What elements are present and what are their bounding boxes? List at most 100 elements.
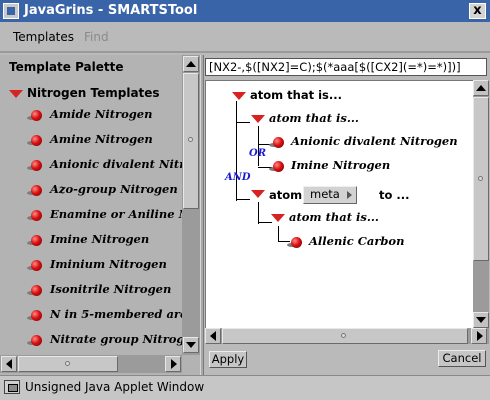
template-item[interactable]: Iminium Nitrogen [0, 255, 182, 275]
template-group-label: Nitrogen Templates [27, 86, 160, 100]
scroll-left-button[interactable] [1, 356, 17, 372]
arrow-right-icon [171, 359, 177, 369]
menu-find[interactable]: Find [84, 30, 109, 44]
and-operator[interactable]: AND [225, 172, 251, 183]
template-item[interactable]: Azo-group Nitrogen [0, 180, 182, 200]
apply-button[interactable]: Apply [209, 351, 247, 368]
template-item[interactable]: N in 5-membered aromatic ring [0, 305, 182, 325]
collapse-triangle-icon[interactable] [251, 190, 265, 198]
red-ball-icon [31, 210, 42, 221]
red-ball-icon [31, 160, 42, 171]
tree-horizontal-scrollbar[interactable] [205, 328, 489, 344]
title-bar[interactable]: JavaGrins - SMARTSTool x [0, 0, 490, 22]
template-item[interactable]: Nitrate group Nitrogen [0, 330, 182, 350]
menu-bar: Templates Find [0, 22, 490, 53]
scroll-thumb[interactable] [183, 73, 199, 209]
tree-leaf-label: Imine Nitrogen [291, 158, 391, 172]
smarts-input[interactable]: [NX2-,$([NX2]=C);$(*aaa[$([CX2](=*)=*)])… [205, 58, 487, 76]
query-tree-view[interactable]: atom that is... atom that is... Anionic … [205, 80, 473, 328]
template-item-label: Isonitrile Nitrogen [50, 282, 172, 296]
red-ball-icon [31, 285, 42, 296]
template-item-label: Imine Nitrogen [50, 232, 150, 246]
expand-triangle-icon[interactable] [9, 90, 23, 98]
template-item-label: Amide Nitrogen [50, 107, 153, 121]
red-ball-icon [273, 137, 284, 148]
red-ball-icon [31, 335, 42, 346]
scroll-down-button[interactable] [473, 312, 489, 328]
template-item[interactable]: Amide Nitrogen [0, 105, 182, 125]
arrow-right-icon [477, 331, 483, 341]
window-menu-icon[interactable] [3, 3, 19, 19]
scroll-thumb[interactable] [18, 356, 118, 372]
arrow-up-icon [476, 85, 486, 91]
position-combo[interactable]: meta [303, 186, 357, 204]
scroll-down-button[interactable] [183, 337, 199, 353]
menu-templates[interactable]: Templates [13, 30, 74, 44]
palette-vertical-scrollbar[interactable] [182, 55, 200, 355]
red-ball-icon [291, 237, 302, 248]
template-item-label: Azo-group Nitrogen [50, 182, 178, 196]
scroll-right-button[interactable] [471, 328, 487, 344]
arrow-down-icon [186, 342, 196, 348]
arrow-left-icon [210, 331, 216, 341]
scroll-thumb[interactable] [473, 97, 489, 261]
scroll-thumb[interactable] [222, 328, 468, 344]
tree-leaf-anionic-divalent-nitrogen[interactable]: Anionic divalent Nitrogen [269, 132, 473, 152]
position-combo-value: meta [310, 187, 340, 201]
cancel-button[interactable]: Cancel [438, 350, 486, 367]
combo-arrow-icon [346, 191, 352, 199]
tree-node-or-group[interactable]: atom that is... [251, 111, 451, 129]
template-item-label: N in 5-membered aromatic ring [50, 307, 182, 321]
arrow-up-icon [186, 61, 196, 67]
java-applet-warning-icon [4, 380, 20, 394]
red-ball-icon [273, 161, 284, 172]
tree-node-root[interactable]: atom that is... [232, 88, 432, 106]
template-item-label: Enamine or Aniline Nitrogen [50, 207, 182, 221]
red-ball-icon [31, 310, 42, 321]
tree-leaf-label: Anionic divalent Nitrogen [291, 134, 458, 148]
collapse-triangle-icon[interactable] [251, 115, 265, 123]
tree-node-suffix: to ... [379, 188, 410, 202]
template-item-label: Anionic divalent Nitrogen [50, 157, 182, 171]
status-bar: Unsigned Java Applet Window [0, 375, 490, 400]
grip-icon [341, 333, 346, 338]
palette-title: Template Palette [9, 60, 124, 74]
collapse-triangle-icon[interactable] [271, 214, 285, 222]
red-ball-icon [31, 235, 42, 246]
red-ball-icon [31, 260, 42, 271]
scroll-left-button[interactable] [205, 328, 221, 344]
template-item-label: Nitrate group Nitrogen [50, 332, 182, 346]
collapse-triangle-icon[interactable] [232, 92, 246, 100]
scroll-right-button[interactable] [165, 356, 181, 372]
status-text: Unsigned Java Applet Window [25, 380, 205, 394]
tree-node-label: atom that is... [250, 88, 342, 102]
template-item-label: Iminium Nitrogen [50, 257, 167, 271]
template-palette-panel: Template Palette Nitrogen Templates Amid… [0, 55, 200, 375]
template-item[interactable]: Imine Nitrogen [0, 230, 182, 250]
tree-node-nested-group[interactable]: atom that is... [271, 210, 471, 228]
palette-horizontal-scrollbar[interactable] [0, 355, 182, 373]
close-button[interactable]: x [469, 3, 486, 19]
tree-node-label: atom that is... [289, 210, 379, 224]
grip-icon [478, 176, 483, 181]
red-ball-icon [31, 185, 42, 196]
grip-icon [188, 137, 193, 142]
tree-leaf-allenic-carbon[interactable]: Allenic Carbon [287, 232, 472, 252]
tree-vertical-scrollbar[interactable] [473, 80, 489, 328]
template-item[interactable]: Amine Nitrogen [0, 130, 182, 150]
red-ball-icon [31, 135, 42, 146]
tree-leaf-label: Allenic Carbon [309, 234, 405, 248]
template-item[interactable]: Enamine or Aniline Nitrogen [0, 205, 182, 225]
tree-node-label: atom [269, 188, 303, 202]
template-item[interactable]: Isonitrile Nitrogen [0, 280, 182, 300]
template-item[interactable]: Anionic divalent Nitrogen [0, 155, 182, 175]
tree-leaf-imine-nitrogen[interactable]: Imine Nitrogen [269, 156, 473, 176]
scroll-up-button[interactable] [183, 56, 199, 72]
or-operator[interactable]: OR [249, 148, 266, 159]
template-item-label: Amine Nitrogen [50, 132, 153, 146]
red-ball-icon [31, 110, 42, 121]
tree-node-position[interactable]: atom meta to ... [251, 186, 471, 206]
scroll-up-button[interactable] [473, 80, 489, 96]
arrow-down-icon [476, 317, 486, 323]
panel-splitter[interactable] [200, 55, 204, 375]
